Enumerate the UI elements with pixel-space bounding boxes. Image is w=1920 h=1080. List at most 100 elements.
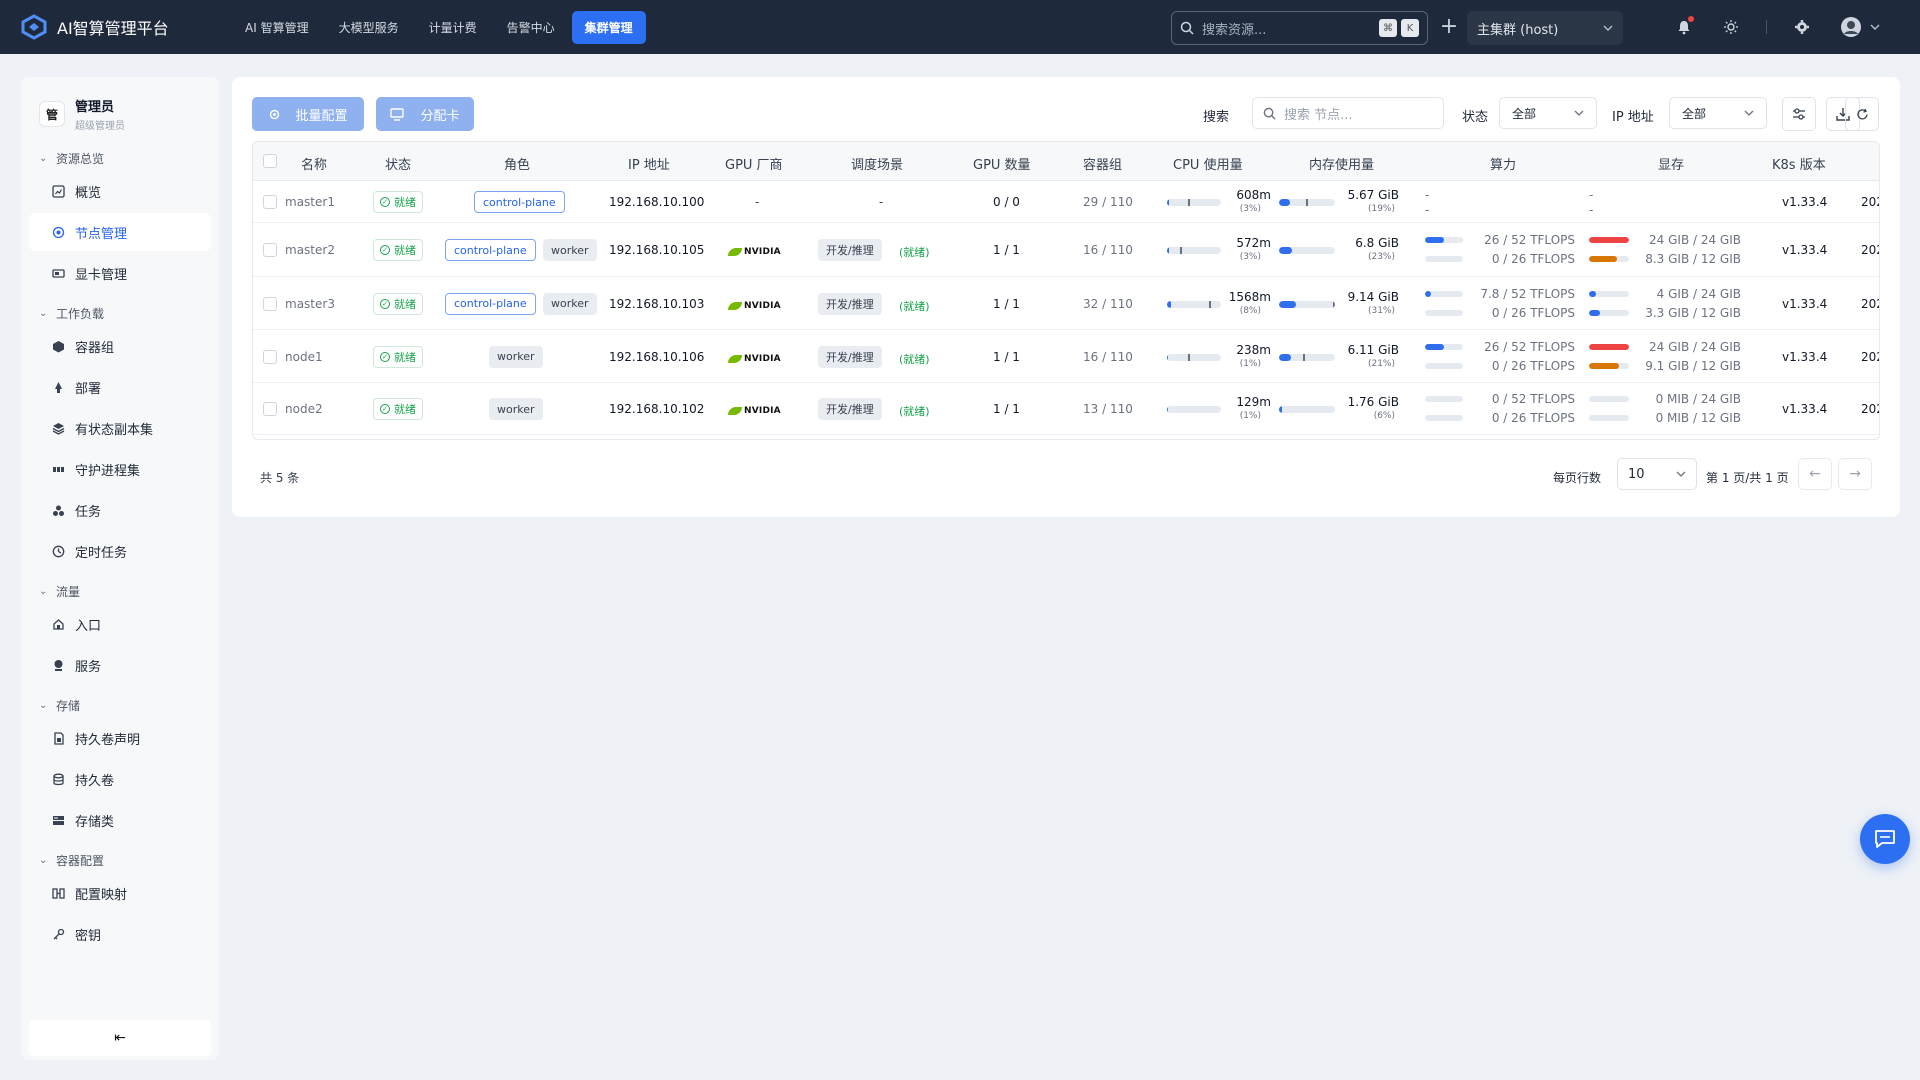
row-checkbox[interactable] — [263, 349, 277, 364]
sidebar-item-pv[interactable]: 持久卷 — [29, 760, 211, 798]
collapse-sidebar-button[interactable]: ⇤ — [29, 1020, 211, 1056]
compute-line-1: - — [1425, 188, 1430, 202]
sidebar-item-deployments[interactable]: 部署 — [29, 368, 211, 406]
sidebar-item-pvc[interactable]: 持久卷声明 — [29, 719, 211, 757]
batch-config-button[interactable]: 批量配置 — [252, 97, 364, 131]
sidebar-item-cronjobs[interactable]: 定时任务 — [29, 532, 211, 570]
batch-config-label: 批量配置 — [295, 108, 348, 124]
vram-bar-1 — [1589, 396, 1629, 402]
bell-icon[interactable] — [1672, 15, 1696, 39]
col-name[interactable]: 名称 — [301, 154, 327, 173]
col-status[interactable]: 状态 — [385, 154, 411, 173]
sidebar-item-label: 密钥 — [75, 928, 102, 944]
col-gpu-count[interactable]: GPU 数量 — [973, 154, 1031, 173]
chat-icon — [1875, 830, 1895, 848]
table-row[interactable]: master2 ✓ 就绪 control-plane worker 192.168.10.… — [253, 223, 1879, 277]
sidebar-item-secrets[interactable]: 密钥 — [29, 915, 211, 953]
col-k8s-version[interactable]: K8s 版本 — [1772, 154, 1826, 173]
col-gpu-vendor[interactable]: GPU 厂商 — [725, 154, 783, 173]
refresh-button[interactable] — [1845, 97, 1879, 131]
sidebar-item-services[interactable]: 服务 — [29, 646, 211, 684]
nav-ai-compute[interactable]: AI 智算管理 — [232, 11, 322, 44]
cpu-value: 608m — [1236, 188, 1271, 202]
ip-filter-select[interactable]: 全部 — [1669, 97, 1767, 129]
deploy-icon — [51, 380, 65, 394]
node-search-input[interactable]: 搜索 节点... — [1252, 97, 1444, 129]
nvidia-logo: NVIDIA — [728, 247, 781, 257]
chevron-down-icon — [1744, 110, 1754, 116]
row-checkbox[interactable] — [263, 296, 277, 311]
sidebar-group-container-config[interactable]: ⌄ 容器配置 — [21, 849, 219, 871]
prev-page-button[interactable]: ← — [1798, 458, 1832, 490]
sidebar-group-traffic[interactable]: ⌄ 流量 — [21, 580, 219, 602]
node-name[interactable]: master2 — [285, 243, 335, 257]
rows-per-page-select[interactable]: 10 — [1617, 458, 1697, 490]
row-checkbox[interactable] — [263, 195, 277, 209]
nav-llm-service[interactable]: 大模型服务 — [326, 11, 412, 44]
k8s-version: v1.33.4 — [1782, 296, 1828, 311]
assign-card-button[interactable]: 分配卡 — [376, 97, 474, 131]
gear-icon[interactable] — [1790, 15, 1814, 39]
nav-billing[interactable]: 计量计费 — [416, 11, 490, 44]
sidebar-item-overview[interactable]: 概览 — [29, 172, 211, 210]
node-name[interactable]: node2 — [285, 402, 323, 416]
node-name[interactable]: node1 — [285, 350, 323, 364]
key-icon — [51, 927, 65, 941]
table-row[interactable]: node1 ✓ 就绪 worker 192.168.10.106 NVIDIA 开发/推理 (… — [253, 330, 1879, 383]
status-filter-select[interactable]: 全部 — [1499, 97, 1597, 129]
table-row[interactable]: master1 ✓ 就绪 control-plane 192.168.10.100- -0… — [253, 181, 1879, 223]
next-page-button[interactable]: → — [1838, 458, 1872, 490]
sidebar-item-ingress[interactable]: 入口 — [29, 605, 211, 643]
brand[interactable]: AI智算管理平台 — [20, 13, 210, 41]
sidebar-item-pods[interactable]: 容器组 — [29, 327, 211, 365]
sidebar-item-configmaps[interactable]: 配置映射 — [29, 874, 211, 912]
add-icon[interactable]: + — [1436, 14, 1462, 40]
sidebar-item-daemonsets[interactable]: 守护进程集 — [29, 450, 211, 488]
rows-per-page-value: 10 — [1628, 466, 1645, 482]
mem-value: 6.11 GiB — [1347, 342, 1399, 357]
chat-button[interactable] — [1860, 814, 1910, 864]
role-tag-control-plane: control-plane — [474, 191, 565, 213]
cluster-select[interactable]: 主集群 (host) — [1467, 11, 1623, 45]
vram-line-1: 4 GIB / 24 GIB — [1656, 286, 1741, 301]
col-role[interactable]: 角色 — [504, 154, 530, 173]
sidebar: 管 管理员 超级管理员 ⌄ 资源总览 概览 节点管理 显卡管理 ⌄ 工作负载 容器组… — [21, 77, 219, 1060]
row-checkbox[interactable] — [263, 402, 277, 416]
node-name[interactable]: master3 — [285, 297, 335, 311]
compute-line-2: 0 / 26 TFLOPS — [1491, 252, 1575, 266]
select-all-checkbox[interactable] — [263, 154, 277, 168]
sidebar-item-jobs[interactable]: 任务 — [29, 491, 211, 529]
sidebar-group-resource-overview[interactable]: ⌄ 资源总览 — [21, 147, 219, 169]
col-ip[interactable]: IP 地址 — [628, 154, 670, 173]
chevron-down-icon — [1574, 110, 1584, 116]
node-name[interactable]: master1 — [285, 195, 335, 209]
nav-alerts[interactable]: 告警中心 — [494, 11, 568, 44]
sidebar-group-workloads[interactable]: ⌄ 工作负载 — [21, 302, 219, 324]
column-settings-button[interactable] — [1782, 97, 1816, 131]
global-search-input[interactable]: 搜索资源... ⌘ K — [1171, 11, 1428, 45]
col-pods[interactable]: 容器组 — [1083, 154, 1122, 173]
sidebar-item-gpu-cards[interactable]: 显卡管理 — [29, 254, 211, 292]
col-sched-scene[interactable]: 调度场景 — [851, 154, 903, 173]
nav-cluster-management[interactable]: 集群管理 — [571, 10, 646, 44]
row-checkbox[interactable] — [263, 243, 277, 257]
user-card[interactable]: 管 管理员 超级管理员 — [21, 77, 219, 133]
mem-usage-bar — [1279, 199, 1335, 206]
col-compute[interactable]: 算力 — [1490, 154, 1516, 173]
mem-value: 1.76 GiB — [1347, 395, 1399, 409]
chevron-down-icon: ⌄ — [39, 585, 48, 597]
user-menu[interactable] — [1840, 15, 1880, 39]
col-vram[interactable]: 显存 — [1658, 154, 1684, 173]
col-mem-usage[interactable]: 内存使用量 — [1309, 154, 1374, 173]
sidebar-item-nodes[interactable]: 节点管理 — [29, 213, 211, 251]
table-row[interactable]: master3 ✓ 就绪 control-plane worker 192.168.10.… — [253, 277, 1879, 330]
sidebar-item-statefulsets[interactable]: 有状态副本集 — [29, 409, 211, 447]
col-cpu-usage[interactable]: CPU 使用量 — [1173, 154, 1243, 173]
vram-line-2: 9.1 GIB / 12 GIB — [1645, 358, 1741, 373]
theme-sun-icon[interactable] — [1719, 15, 1743, 39]
sidebar-group-storage[interactable]: ⌄ 存储 — [21, 694, 219, 716]
sidebar-item-storage-class[interactable]: 存储类 — [29, 801, 211, 839]
table-row[interactable]: node2 ✓ 就绪 worker 192.168.10.102 NVIDIA 开发/推理 (… — [253, 383, 1879, 435]
cpu-percent: (8%) — [1239, 305, 1261, 316]
cpu-usage-bar — [1167, 353, 1221, 361]
